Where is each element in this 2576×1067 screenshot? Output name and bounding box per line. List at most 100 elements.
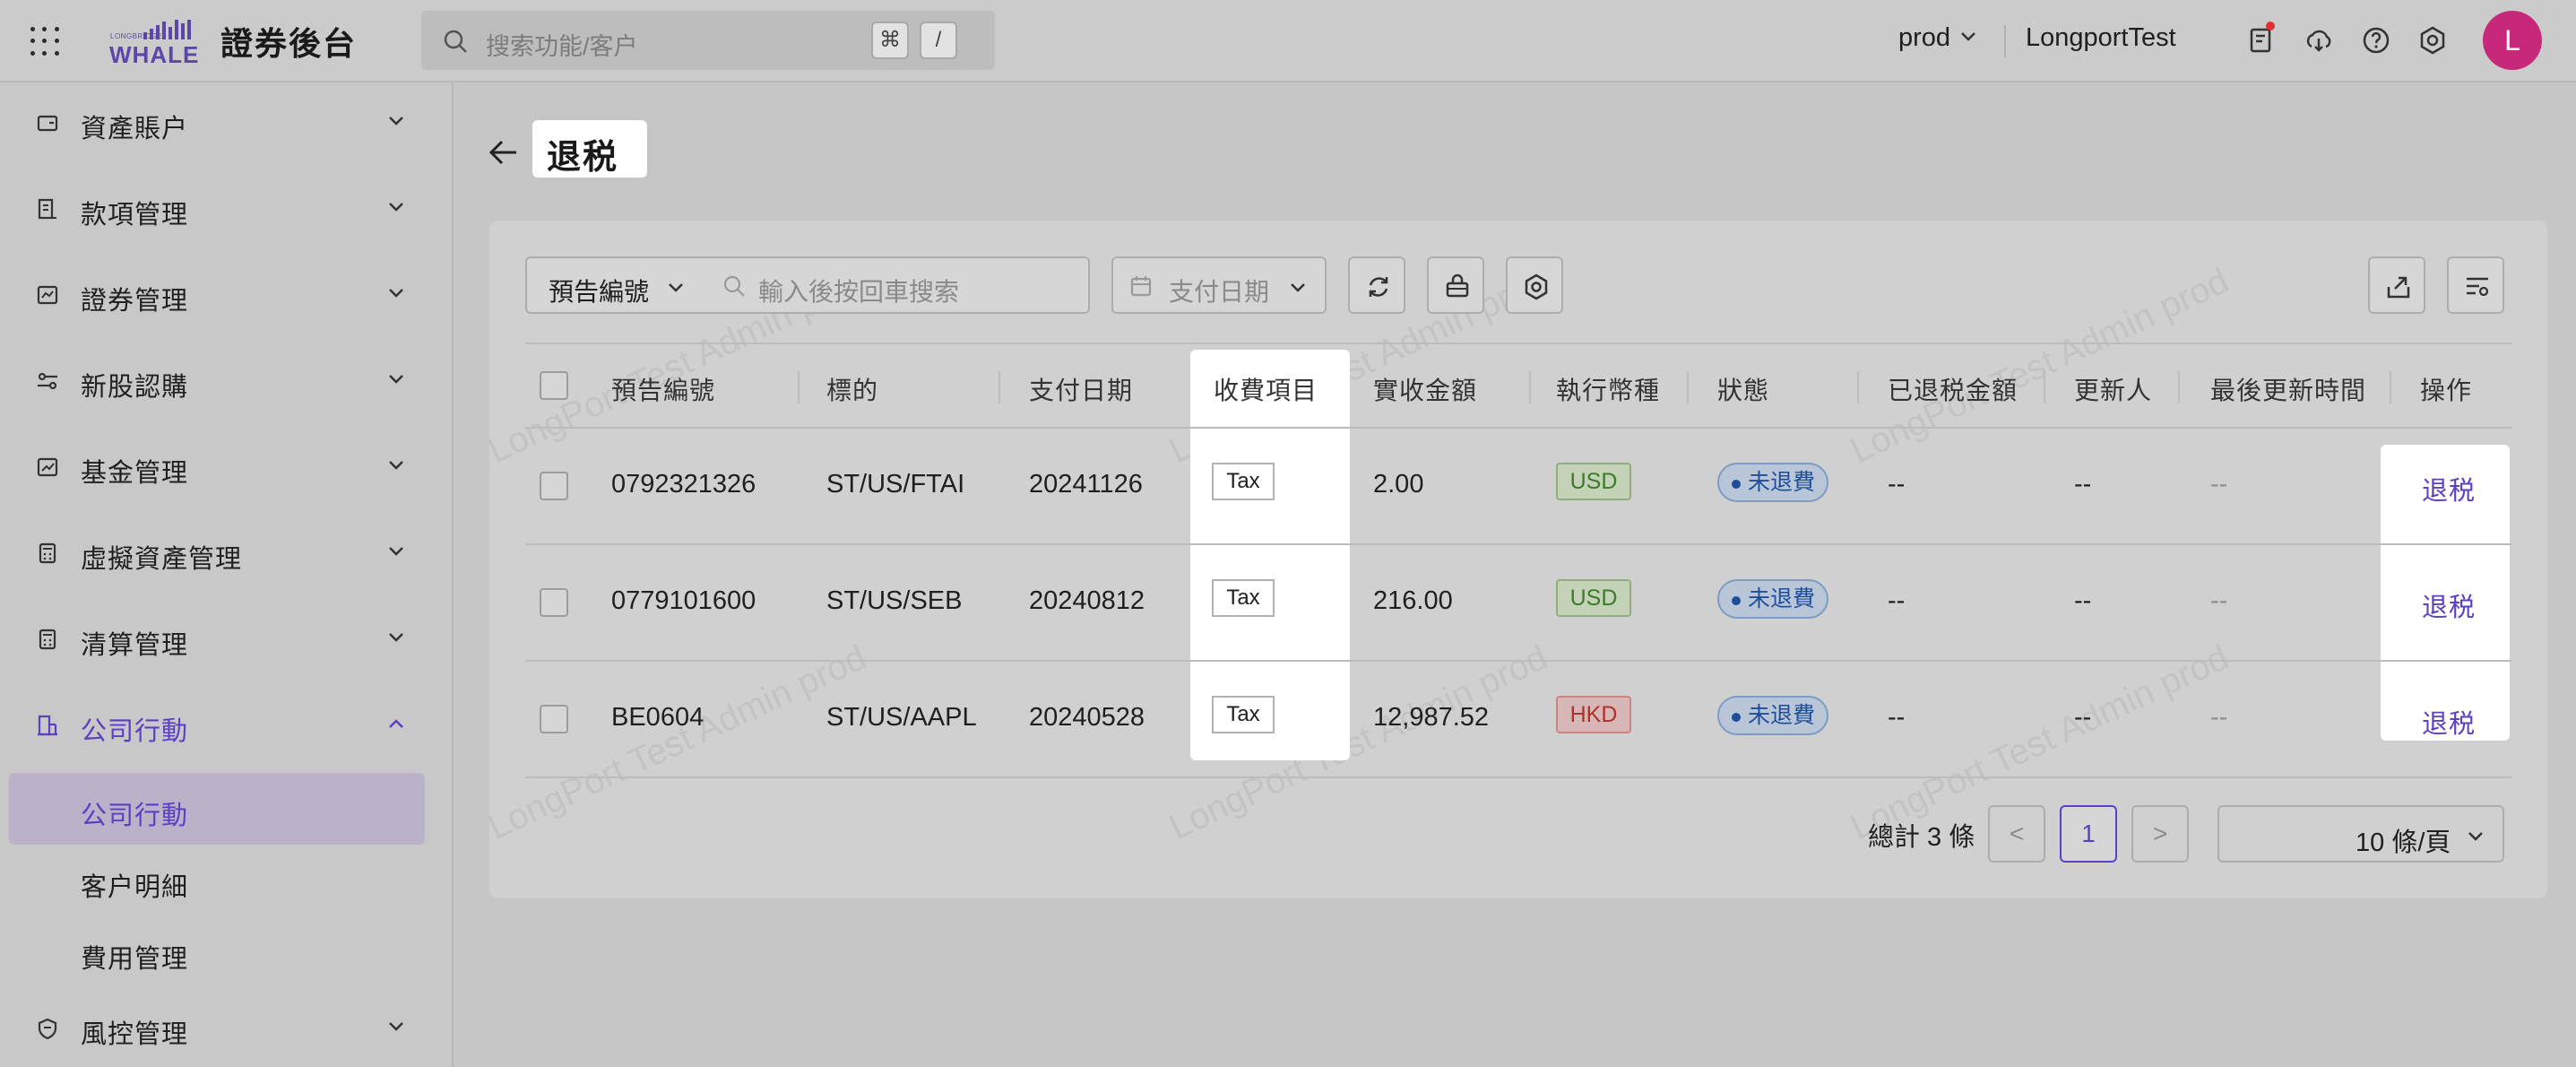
chevron-down-icon [389,117,403,126]
clear-filter-button[interactable] [1427,256,1484,314]
refund-tax-link[interactable]: 退税 [2422,703,2476,741]
sidebar-item-securities[interactable]: 證券管理 [0,255,454,335]
calculator-icon [39,542,56,564]
sidebar-subitem-label: 公司行動 [81,802,189,830]
row-checkbox[interactable] [540,705,568,733]
page-size-select[interactable]: 10 條/頁 [2217,805,2504,863]
chevron-down-icon [669,283,683,292]
top-header: LONGBRIDGE WHALE 證券後台 搜索功能/客户 ⌘ / prod L… [0,0,2576,82]
col-header-updater[interactable]: 更新人 [2074,371,2152,407]
whale-logo[interactable]: LONGBRIDGE WHALE [108,18,203,68]
download-cloud-icon[interactable] [2304,25,2334,56]
env-switcher[interactable]: prod [1898,23,1950,53]
col-header-currency[interactable]: 執行幣種 [1556,371,1660,407]
app-grid-icon[interactable] [30,27,61,57]
col-header-symbol[interactable]: 標的 [826,371,878,407]
sidebar-item-virtual-assets[interactable]: 虛擬資產管理 [0,513,454,594]
payment-date-placeholder: 支付日期 [1169,278,1270,306]
ipo-icon [38,372,57,390]
cell-symbol: ST/US/AAPL [826,703,977,732]
table-search-input[interactable]: 輸入後按回車搜索 [703,256,1090,314]
help-icon[interactable] [2361,25,2391,56]
chevron-down-icon [389,633,403,642]
settings-gear-icon[interactable] [2417,25,2448,56]
cell-refunded-amount: -- [1888,586,1906,615]
select-all-checkbox[interactable] [540,371,568,400]
refund-tax-link[interactable]: 退税 [2422,470,2476,507]
wallet-icon [37,115,58,132]
col-header-refunded-amount[interactable]: 已退税金額 [1888,371,2018,407]
refresh-button[interactable] [1348,256,1405,314]
col-header-status[interactable]: 狀態 [1717,371,1769,407]
col-header-fee-item[interactable]: 收費項目 [1214,371,1318,407]
sidebar-item-clearing[interactable]: 清算管理 [0,599,454,680]
pager-page-button[interactable]: 1 [2060,805,2117,863]
chevron-down-icon [389,375,403,384]
chevron-down-icon[interactable] [1959,30,1977,43]
col-header-payment-date[interactable]: 支付日期 [1029,371,1133,407]
avatar[interactable]: L [2483,11,2542,70]
cell-updated-at: -- [2210,586,2228,615]
cell-updated-at: -- [2210,470,2228,499]
cell-amount: 2.00 [1373,470,1424,499]
col-divider [998,371,1000,403]
page-title: 退税 [547,139,619,177]
settings-button[interactable] [1506,256,1563,314]
cell-refunded-amount: -- [1888,470,1906,499]
currency-tag: USD [1556,463,1631,500]
page-title-box: 退税 [532,120,647,178]
chevron-down-icon [389,203,403,212]
receipt-icon [38,198,56,220]
currency-tag: USD [1556,579,1631,617]
row-checkbox[interactable] [540,588,568,617]
col-header-amount[interactable]: 實收金額 [1373,371,1477,407]
kbd-cmd-key: ⌘ [871,22,909,59]
status-dot [1732,480,1741,489]
status-badge: 未退費 [1717,696,1828,735]
cell-updater: -- [2074,703,2092,732]
export-button[interactable] [2368,256,2425,314]
sidebar-subitem-corporate-actions[interactable]: 公司行動 [9,773,425,845]
pager-next-button[interactable]: > [2131,805,2189,863]
gear-icon [1525,273,1548,300]
sidebar-item-corporate-actions[interactable]: 公司行動 [0,685,454,766]
col-header-updated-at[interactable]: 最後更新時間 [2210,371,2366,407]
chevron-down-icon [1291,283,1305,292]
status-badge: 未退費 [1717,579,1828,619]
user-name[interactable]: LongportTest [2026,23,2176,53]
sidebar-item-fund-management[interactable]: 基金管理 [0,427,454,507]
back-arrow-icon[interactable] [486,136,520,169]
sidebar-item-ipo[interactable]: 新股認購 [0,341,454,421]
sidebar-item-accounts[interactable]: 資產賬户 [0,82,454,163]
payment-date-filter[interactable]: 支付日期 [1111,256,1327,314]
cell-symbol: ST/US/FTAI [826,470,965,499]
sidebar-item-risk-control[interactable]: 風控管理 [0,988,454,1067]
col-divider [1529,371,1531,403]
status-text: 未退費 [1748,586,1816,612]
sidebar-subitem-client-details[interactable]: 客户明細 [9,845,425,916]
global-search-input[interactable]: 搜索功能/客户 ⌘ / [421,11,995,70]
cell-notice-id: BE0604 [611,703,705,732]
notification-dot [2266,22,2275,30]
search-field-select[interactable]: 預告編號 [525,256,705,314]
sidebar-item-label: 虛擬資產管理 [81,545,243,574]
shield-icon [38,1018,57,1040]
logo-small-text: LONGBRIDGE [110,32,163,40]
table-row: 0779101600 ST/US/SEB 20240812 Tax 216.00… [525,545,2511,662]
chevron-down-icon [389,461,403,470]
cell-updated-at: -- [2210,703,2228,732]
column-settings-button[interactable] [2447,256,2504,314]
col-divider [798,371,800,403]
cell-symbol: ST/US/SEB [826,586,963,615]
sidebar: 資產賬户 款項管理 證券管理 新股認購 基金管理 虛擬資產管理 清算管理 公司行… [0,82,454,1067]
row-checkbox[interactable] [540,472,568,500]
col-header-notice-id[interactable]: 預告編號 [611,371,715,407]
sidebar-item-funds[interactable]: 款項管理 [0,169,454,249]
cell-notice-id: 0792321326 [611,470,756,499]
pager-prev-button[interactable]: < [1988,805,2045,863]
sidebar-subitem-fee-management[interactable]: 費用管理 [9,916,425,988]
app-title: 證券後台 [220,25,358,62]
table-search-placeholder: 輸入後按回車搜索 [758,278,960,306]
refund-tax-link[interactable]: 退税 [2422,586,2476,624]
col-divider [1857,371,1859,403]
